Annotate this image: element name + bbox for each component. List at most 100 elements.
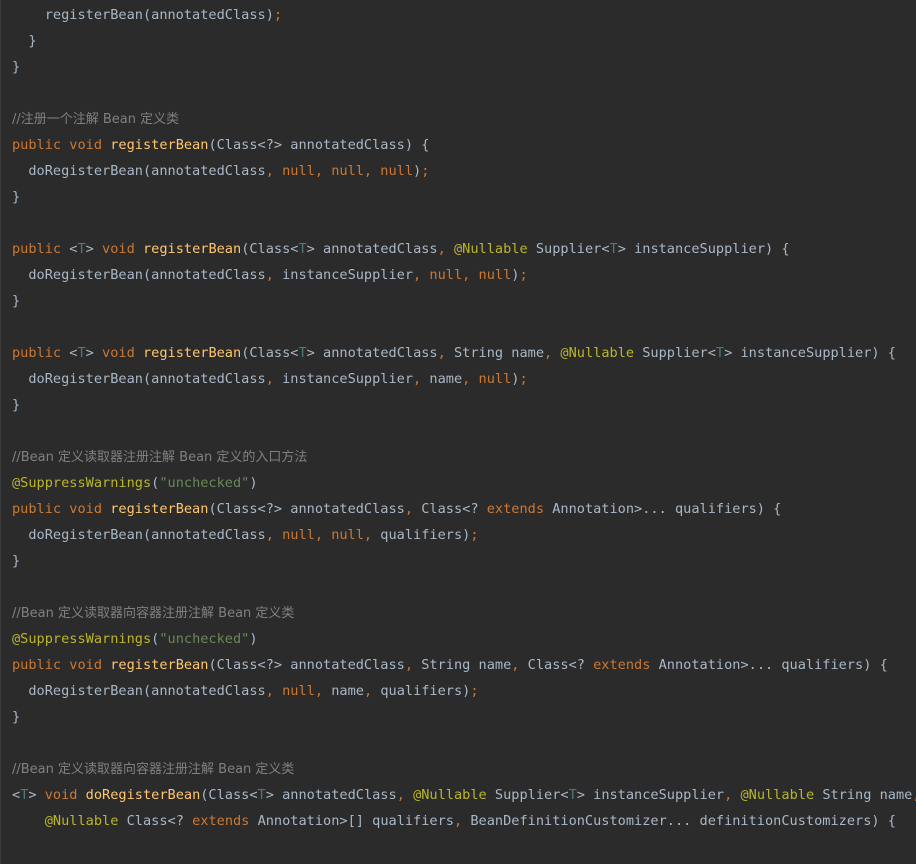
keyword-token: extends: [192, 813, 258, 829]
code-line: }: [12, 392, 916, 418]
keyword-token: ,: [404, 501, 422, 517]
type-param-token: T: [715, 345, 725, 361]
comment-token: //Bean 定义读取器向容器注册注解 Bean 定义类: [12, 606, 295, 621]
type-param-token: T: [568, 787, 577, 803]
comment-token: //注册一个注解 Bean 定义类: [12, 112, 180, 127]
annotation-token: @Nullable: [560, 345, 643, 361]
method-name-token: registerBean: [142, 345, 242, 361]
code-text: (Class<?> annotatedClass) {: [208, 137, 430, 153]
code-text: > instanceSupplier: [576, 787, 725, 803]
code-line: @SuppressWarnings("unchecked"): [12, 626, 916, 652]
keyword-token: ;: [470, 683, 479, 699]
annotation-token: @Nullable: [454, 241, 536, 257]
code-line: public <T> void registerBean(Class<T> an…: [12, 236, 916, 262]
keyword-token: ,: [453, 813, 471, 829]
code-line: doRegisterBean(annotatedClass, instanceS…: [12, 262, 916, 288]
code-line: //注册一个注解 Bean 定义类: [12, 106, 916, 132]
method-name-token: registerBean: [110, 657, 209, 673]
code-text: String name: [421, 657, 512, 673]
keyword-token: ,: [912, 787, 916, 803]
code-text: > annotatedClass: [306, 345, 438, 361]
code-text: > instanceSupplier) {: [724, 345, 896, 361]
code-text: instanceSupplier: [282, 371, 414, 387]
code-line: }: [12, 184, 916, 210]
code-line: doRegisterBean(annotatedClass, null, nul…: [12, 158, 916, 184]
code-text: Annotation>... qualifiers) {: [552, 501, 782, 517]
code-text: Class<?: [421, 501, 487, 517]
annotation-token: @SuppressWarnings: [12, 631, 152, 647]
code-line: registerBean(annotatedClass);: [12, 2, 916, 28]
code-text: > annotatedClass: [306, 241, 438, 257]
keyword-token: ,: [265, 267, 283, 283]
keyword-token: ,: [404, 657, 422, 673]
code-text: >: [85, 241, 103, 257]
code-text: (Class<: [241, 241, 299, 257]
keyword-token: ;: [273, 7, 283, 23]
code-line: }: [12, 548, 916, 574]
keyword-token: void: [102, 241, 143, 257]
code-text: >: [28, 787, 45, 803]
code-text: Annotation>[] qualifiers: [257, 813, 454, 829]
keyword-token: ,: [437, 241, 454, 257]
code-line: //Bean 定义读取器向容器注册注解 Bean 定义类: [12, 600, 916, 626]
keyword-token: ;: [519, 371, 528, 387]
comment-token: //Bean 定义读取器注册注解 Bean 定义的入口方法: [12, 450, 308, 465]
code-line: }: [12, 704, 916, 730]
code-text: Supplier<: [642, 345, 716, 361]
code-line: doRegisterBean(annotatedClass, null, nam…: [12, 678, 916, 704]
type-param-token: T: [257, 787, 266, 803]
code-line: @SuppressWarnings("unchecked"): [12, 470, 916, 496]
code-text: Supplier<: [494, 787, 569, 803]
code-line: public void registerBean(Class<?> annota…: [12, 652, 916, 678]
code-text: }: [12, 59, 21, 75]
keyword-token: , null, null: [413, 267, 512, 283]
keyword-token: ,: [413, 371, 430, 387]
annotation-token: @Nullable: [44, 813, 127, 829]
keyword-token: void: [102, 345, 143, 361]
keyword-token: extends: [486, 501, 553, 517]
code-line: }: [12, 54, 916, 80]
code-text: Supplier<: [535, 241, 610, 257]
keyword-token: ,: [265, 371, 283, 387]
string-token: "unchecked": [159, 631, 250, 647]
code-text: doRegisterBean(annotatedClass: [12, 527, 266, 543]
keyword-token: public: [12, 241, 70, 257]
code-line: public void registerBean(Class<?> annota…: [12, 132, 916, 158]
annotation-token: @SuppressWarnings: [12, 475, 152, 491]
type-param-token: T: [298, 345, 307, 361]
method-name-token: registerBean: [110, 501, 209, 517]
keyword-token: ,: [396, 787, 414, 803]
type-param-token: T: [77, 241, 86, 257]
code-line: <T> void doRegisterBean(Class<T> annotat…: [12, 782, 916, 808]
code-text: doRegisterBean(annotatedClass: [12, 371, 266, 387]
code-line: doRegisterBean(annotatedClass, instanceS…: [12, 366, 916, 392]
code-text: (Class<: [241, 345, 299, 361]
code-text: BeanDefinitionCustomizer... definitionCu…: [470, 813, 896, 829]
code-editor[interactable]: registerBean(annotatedClass); }} //注册一个注解…: [0, 0, 916, 864]
annotation-token: @Nullable: [740, 787, 823, 803]
code-text: Class<?: [126, 813, 193, 829]
code-line: }: [12, 288, 916, 314]
code-text: >: [85, 345, 103, 361]
type-param-token: T: [77, 345, 86, 361]
code-text: }: [12, 293, 21, 309]
keyword-token: , null: [462, 371, 512, 387]
code-text: }: [12, 397, 21, 413]
type-param-token: T: [609, 241, 618, 257]
code-text: String name: [454, 345, 545, 361]
code-text: doRegisterBean(annotatedClass: [12, 683, 266, 699]
keyword-token: ,: [511, 657, 528, 673]
keyword-token: ;: [519, 267, 528, 283]
code-line: //Bean 定义读取器注册注解 Bean 定义的入口方法: [12, 444, 916, 470]
code-line: doRegisterBean(annotatedClass, null, nul…: [12, 522, 916, 548]
code-text: }: [12, 553, 21, 569]
method-name-token: registerBean: [142, 241, 242, 257]
code-text: String name: [822, 787, 913, 803]
code-text: (Class<?> annotatedClass: [208, 657, 405, 673]
keyword-token: , null, null, null: [265, 163, 414, 179]
code-text: ): [249, 631, 258, 647]
